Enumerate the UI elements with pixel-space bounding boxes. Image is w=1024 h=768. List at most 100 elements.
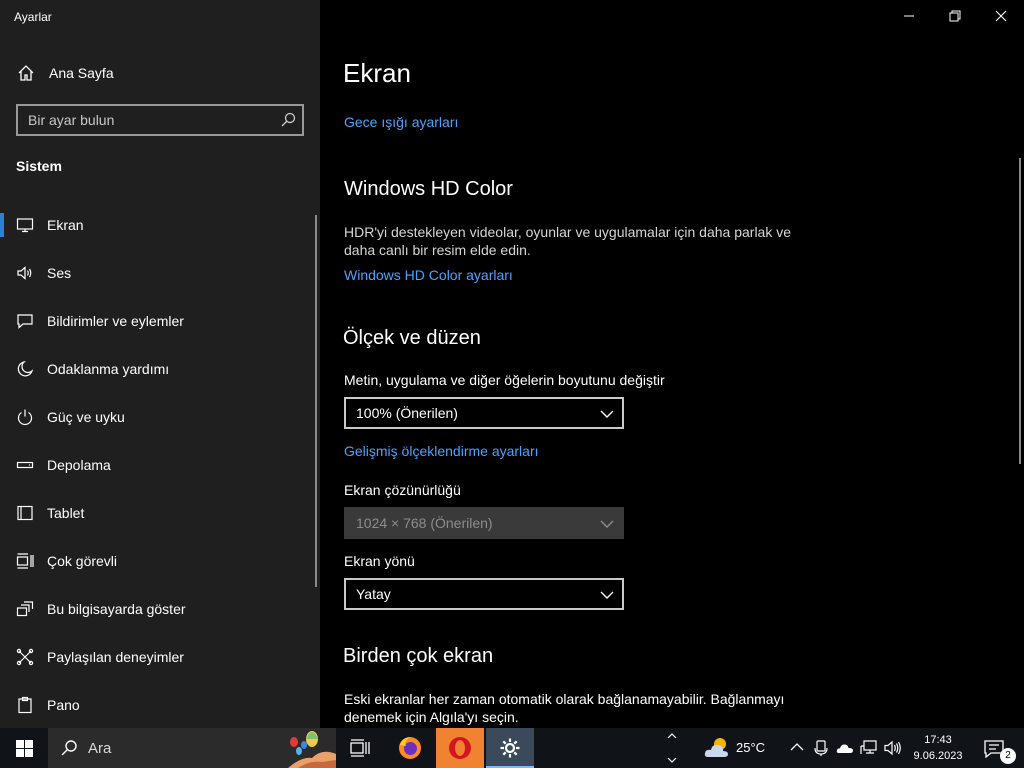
active-indicator — [0, 213, 4, 237]
chevron-down-icon — [667, 757, 677, 763]
storage-icon — [16, 461, 34, 469]
resolution-dropdown[interactable]: 1024 × 768 (Önerilen) — [344, 507, 624, 539]
sidebar-item-notifications[interactable]: Bildirimler ve eylemler — [0, 297, 314, 345]
opera-taskbar-button[interactable] — [436, 728, 484, 768]
sidebar-item-label: Pano — [47, 697, 80, 713]
project-icon — [16, 601, 34, 617]
gear-icon — [500, 738, 520, 758]
search-placeholder: Bir ayar bulun — [28, 112, 115, 128]
sidebar-item-projecting[interactable]: Bu bilgisayarda göster — [0, 585, 314, 633]
hdr-heading: Windows HD Color — [344, 178, 513, 200]
clipboard-icon — [18, 696, 32, 714]
sidebar-item-display[interactable]: Ekran — [0, 201, 314, 249]
action-center-button[interactable]: 2 — [980, 728, 1020, 768]
speaker-icon — [17, 266, 32, 280]
nav-list: Ekran Ses Bildirimler ve eylemler Odakla… — [0, 201, 314, 729]
settings-taskbar-button[interactable] — [486, 728, 534, 768]
chevron-down-icon — [600, 410, 614, 418]
sidebar-scrollbar[interactable] — [315, 215, 317, 587]
home-link[interactable]: Ana Sayfa — [0, 56, 320, 90]
sidebar-item-sound[interactable]: Ses — [0, 249, 314, 297]
partly-cloudy-icon — [704, 738, 728, 757]
sidebar-item-power-sleep[interactable]: Güç ve uyku — [0, 393, 314, 441]
close-icon — [995, 10, 1007, 22]
sidebar-item-label: Ses — [47, 265, 72, 281]
sidebar-item-label: Bu bilgisayarda göster — [47, 601, 186, 617]
search-icon — [281, 112, 296, 127]
notification-icon — [17, 314, 33, 329]
orientation-dropdown[interactable]: Yatay — [344, 578, 624, 610]
multitask-icon — [16, 553, 34, 569]
multiple-displays-heading: Birden çok ekran — [343, 645, 494, 667]
sidebar-item-label: Depolama — [47, 457, 111, 473]
opera-icon — [449, 737, 471, 759]
firefox-taskbar-button[interactable] — [386, 728, 434, 768]
sidebar-item-tablet[interactable]: Tablet — [0, 489, 314, 537]
scale-layout-heading: Ölçek ve düzen — [343, 327, 481, 349]
scale-dropdown[interactable]: 100% (Önerilen) — [344, 397, 624, 429]
sidebar-item-storage[interactable]: Depolama — [0, 441, 314, 489]
app-title: Ayarlar — [14, 10, 52, 24]
taskbar-scroll-arrows[interactable] — [664, 728, 680, 768]
orientation-label: Ekran yönü — [344, 553, 415, 569]
close-button[interactable] — [978, 0, 1024, 32]
sidebar-item-focus-assist[interactable]: Odaklanma yardımı — [0, 345, 314, 393]
firefox-icon — [399, 737, 421, 759]
text-size-label: Metin, uygulama ve diğer öğelerin boyutu… — [344, 372, 665, 388]
home-label: Ana Sayfa — [49, 65, 114, 81]
sidebar: Ayarlar Ana Sayfa Bir ayar bulun Sistem … — [0, 0, 320, 728]
taskbar-clock[interactable]: 17:43 9.06.2023 — [900, 732, 976, 764]
moon-icon — [17, 360, 34, 377]
section-title: Sistem — [16, 158, 62, 174]
sidebar-item-clipboard[interactable]: Pano — [0, 681, 314, 729]
start-button[interactable] — [0, 728, 48, 768]
sidebar-item-label: Paylaşılan deneyimler — [47, 649, 184, 665]
multiple-displays-description: Eski ekranlar her zaman otomatik olarak … — [344, 691, 785, 725]
meet-now-icon[interactable] — [814, 739, 828, 757]
sidebar-item-label: Odaklanma yardımı — [47, 361, 170, 377]
power-icon — [17, 409, 33, 426]
sidebar-item-label: Bildirimler ve eylemler — [47, 313, 184, 329]
chevron-up-icon[interactable] — [790, 742, 804, 752]
restore-icon — [949, 10, 961, 22]
monitor-icon — [16, 218, 34, 233]
windows-logo-icon — [16, 740, 33, 757]
resolution-label: Ekran çözünürlüğü — [344, 482, 461, 498]
scale-value: 100% (Önerilen) — [356, 405, 458, 421]
chevron-down-icon — [600, 520, 614, 528]
minimize-icon — [904, 15, 914, 17]
chevron-up-icon — [667, 733, 677, 739]
sidebar-item-label: Ekran — [47, 217, 84, 233]
night-light-settings-link[interactable]: Gece ışığı ayarları — [344, 114, 458, 130]
restore-button[interactable] — [932, 0, 978, 32]
page-title: Ekran — [343, 58, 411, 88]
hdr-description: HDR'yi destekleyen videolar, oyunlar ve … — [344, 224, 792, 258]
main-scrollbar[interactable] — [1019, 158, 1021, 464]
search-highlight-balloons-icon — [288, 731, 336, 768]
sidebar-item-label: Güç ve uyku — [47, 409, 125, 425]
search-icon — [61, 740, 77, 756]
weather-temperature: 25°C — [736, 740, 766, 755]
shared-icon — [16, 648, 34, 666]
sidebar-item-label: Tablet — [47, 505, 85, 521]
onedrive-icon[interactable] — [836, 742, 854, 754]
chevron-down-icon — [600, 591, 614, 599]
tablet-icon — [17, 505, 33, 521]
hdr-settings-link[interactable]: Windows HD Color ayarları — [344, 267, 513, 283]
weather-widget[interactable]: 25°C — [700, 728, 774, 768]
home-icon — [18, 65, 34, 81]
clock-date: 9.06.2023 — [913, 750, 963, 762]
settings-search-input[interactable]: Bir ayar bulun — [16, 104, 304, 136]
clock-time: 17:43 — [924, 734, 952, 746]
main-content: Ekran Gece ışığı ayarları Windows HD Col… — [320, 0, 1024, 728]
advanced-scaling-link[interactable]: Gelişmiş ölçeklendirme ayarları — [344, 443, 539, 459]
sidebar-item-shared-experiences[interactable]: Paylaşılan deneyimler — [0, 633, 314, 681]
sidebar-item-multitasking[interactable]: Çok görevli — [0, 537, 314, 585]
minimize-button[interactable] — [886, 0, 932, 32]
taskbar-search-box[interactable]: Ara — [48, 728, 336, 768]
network-icon[interactable] — [860, 740, 878, 756]
sidebar-item-label: Çok görevli — [47, 553, 118, 569]
taskbar: Ara 25°C 17:43 9.06.2023 2 — [0, 728, 1024, 768]
resolution-value: 1024 × 768 (Önerilen) — [356, 515, 493, 531]
task-view-button[interactable] — [336, 728, 384, 768]
